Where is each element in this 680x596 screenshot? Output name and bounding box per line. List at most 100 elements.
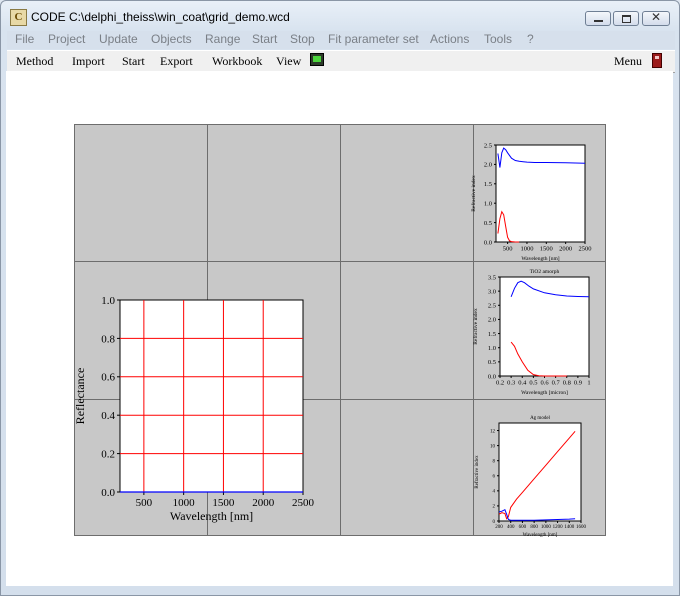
- y-tick-label: 1.5: [488, 331, 496, 338]
- method-button[interactable]: Method: [16, 54, 53, 69]
- y-tick-label: 0.5: [488, 359, 496, 366]
- y-tick-label: 8: [493, 459, 496, 464]
- maximize-button[interactable]: [613, 11, 639, 26]
- y-tick-label: 0.4: [101, 410, 115, 422]
- x-tick-label: 600: [519, 525, 527, 530]
- menu-bar: File Project Update Objects Range Start …: [7, 31, 675, 49]
- x-tick-label: 1600: [576, 525, 587, 530]
- app-logo-icon[interactable]: C: [10, 9, 27, 26]
- y-tick-label: 12: [490, 429, 496, 434]
- x-tick-label: 500: [136, 497, 153, 509]
- x-tick-label: 0.3: [507, 380, 515, 387]
- y-tick-label: 2.5: [488, 303, 496, 310]
- x-tick-label: 0.6: [540, 380, 549, 387]
- menu-stop[interactable]: Stop: [290, 32, 315, 46]
- x-tick-label: 0.2: [496, 380, 504, 387]
- window-title: CODE C:\delphi_theiss\win_coat\grid_demo…: [31, 10, 290, 24]
- menu-file[interactable]: File: [15, 32, 34, 46]
- y-tick-label: 0.2: [101, 448, 115, 460]
- y-axis-label: Reflectance: [73, 368, 87, 425]
- toolbar: Method Import Start Export Workbook View…: [7, 50, 675, 73]
- y-tick-label: 1.0: [484, 200, 492, 207]
- plot-area: [119, 299, 304, 493]
- y-tick-label: 6: [493, 475, 496, 480]
- chart-title: TiO2 amorph: [530, 269, 560, 275]
- x-tick-label: 1000: [520, 246, 533, 253]
- y-tick-label: 0.5: [484, 220, 492, 227]
- y-axis-label: Refractive index: [470, 175, 477, 212]
- menu-objects[interactable]: Objects: [151, 32, 192, 46]
- minimize-button[interactable]: [585, 11, 611, 26]
- menu-actions[interactable]: Actions: [430, 32, 469, 46]
- start-button[interactable]: Start: [122, 54, 145, 69]
- monitor-icon[interactable]: [310, 53, 324, 66]
- x-tick-label: 800: [530, 525, 538, 530]
- chart-ag-model[interactable]: 200 400 600 800 1000 1200 1400 1600 0 2 4 6 8 10 12 Wav…: [470, 405, 595, 538]
- x-tick-label: 1400: [564, 525, 575, 530]
- x-tick-label: 1000: [541, 525, 552, 530]
- x-tick-label: 1: [587, 380, 590, 387]
- menu-tools[interactable]: Tools: [484, 32, 512, 46]
- x-axis-label: Wavelength [nm]: [170, 509, 253, 523]
- chart-refractive-index-1[interactable]: 500 1000 1500 2000 25000.00.51.01.52.02.5Wav…: [470, 140, 595, 265]
- x-tick-label: 200: [495, 525, 503, 530]
- menu-help[interactable]: ?: [527, 32, 534, 46]
- plot-area: [495, 144, 586, 243]
- x-axis-label: Wavelength [micron]: [521, 390, 568, 396]
- y-tick-label: 1.0: [488, 345, 496, 352]
- x-tick-label: 2000: [559, 246, 572, 253]
- x-tick-label: 0.5: [529, 380, 537, 387]
- x-axis-label: Wavelength [nm]: [523, 533, 558, 538]
- chart-tio2-amorph[interactable]: 0.2 0.3 0.4 0.5 0.6 0.7 0.8 0.9 10.00.51.01.52.0…: [470, 262, 595, 397]
- y-tick-label: 4: [493, 490, 496, 495]
- y-axis-label: Refractive index: [472, 308, 479, 345]
- y-tick-label: 0: [493, 520, 496, 525]
- close-button[interactable]: ✕: [642, 10, 670, 26]
- x-tick-label: 0.7: [552, 380, 561, 387]
- x-tick-label: 500: [503, 246, 513, 253]
- y-tick-label: 2: [493, 505, 496, 510]
- menu-fit-parameter-set[interactable]: Fit parameter set: [328, 32, 419, 46]
- y-tick-label: 3.5: [488, 274, 496, 281]
- x-tick-label: 0.4: [518, 380, 527, 387]
- menu-project[interactable]: Project: [48, 32, 85, 46]
- y-tick-label: 1.5: [484, 181, 492, 188]
- y-tick-label: 10: [490, 444, 496, 449]
- y-tick-label: 0.0: [488, 373, 496, 380]
- x-tick-label: 0.9: [574, 380, 582, 387]
- window-frame-bottom: [1, 587, 679, 595]
- grid-divider: [340, 125, 341, 535]
- x-tick-label: 1500: [540, 246, 553, 253]
- x-tick-label: 2500: [579, 246, 592, 253]
- close-icon: ✕: [650, 10, 662, 24]
- view-button[interactable]: View: [276, 54, 301, 69]
- y-tick-label: 2.5: [484, 142, 492, 149]
- y-tick-label: 0.6: [101, 372, 115, 384]
- chart-reflectance[interactable]: 500 1000 1500 2000 2500 0.0 0.2 0.4 0.6 0.8 1.0 Wav…: [70, 290, 320, 530]
- menu-button[interactable]: Menu: [614, 54, 642, 69]
- import-button[interactable]: Import: [72, 54, 105, 69]
- chart-title: Ag model: [530, 416, 550, 421]
- x-tick-label: 2500: [292, 497, 315, 509]
- menu-update[interactable]: Update: [99, 32, 138, 46]
- title-bar[interactable]: C CODE C:\delphi_theiss\win_coat\grid_de…: [1, 1, 679, 31]
- y-axis-label: Refractive index: [475, 455, 480, 489]
- x-tick-label: 1000: [173, 497, 196, 509]
- x-tick-label: 0.8: [563, 380, 571, 387]
- y-tick-label: 2.0: [488, 317, 496, 324]
- y-tick-label: 0.0: [484, 239, 492, 246]
- x-tick-label: 400: [507, 525, 515, 530]
- x-tick-label: 1200: [553, 525, 564, 530]
- menu-start[interactable]: Start: [252, 32, 277, 46]
- device-icon[interactable]: [652, 53, 662, 68]
- workbook-button[interactable]: Workbook: [212, 54, 262, 69]
- menu-range[interactable]: Range: [205, 32, 240, 46]
- x-tick-label: 2000: [252, 497, 275, 509]
- y-tick-label: 0.0: [101, 487, 115, 499]
- y-tick-label: 3.0: [488, 288, 496, 295]
- export-button[interactable]: Export: [160, 54, 193, 69]
- y-tick-label: 2.0: [484, 162, 492, 169]
- x-tick-label: 1500: [212, 497, 235, 509]
- y-tick-label: 1.0: [101, 295, 115, 307]
- y-tick-label: 0.8: [101, 333, 115, 345]
